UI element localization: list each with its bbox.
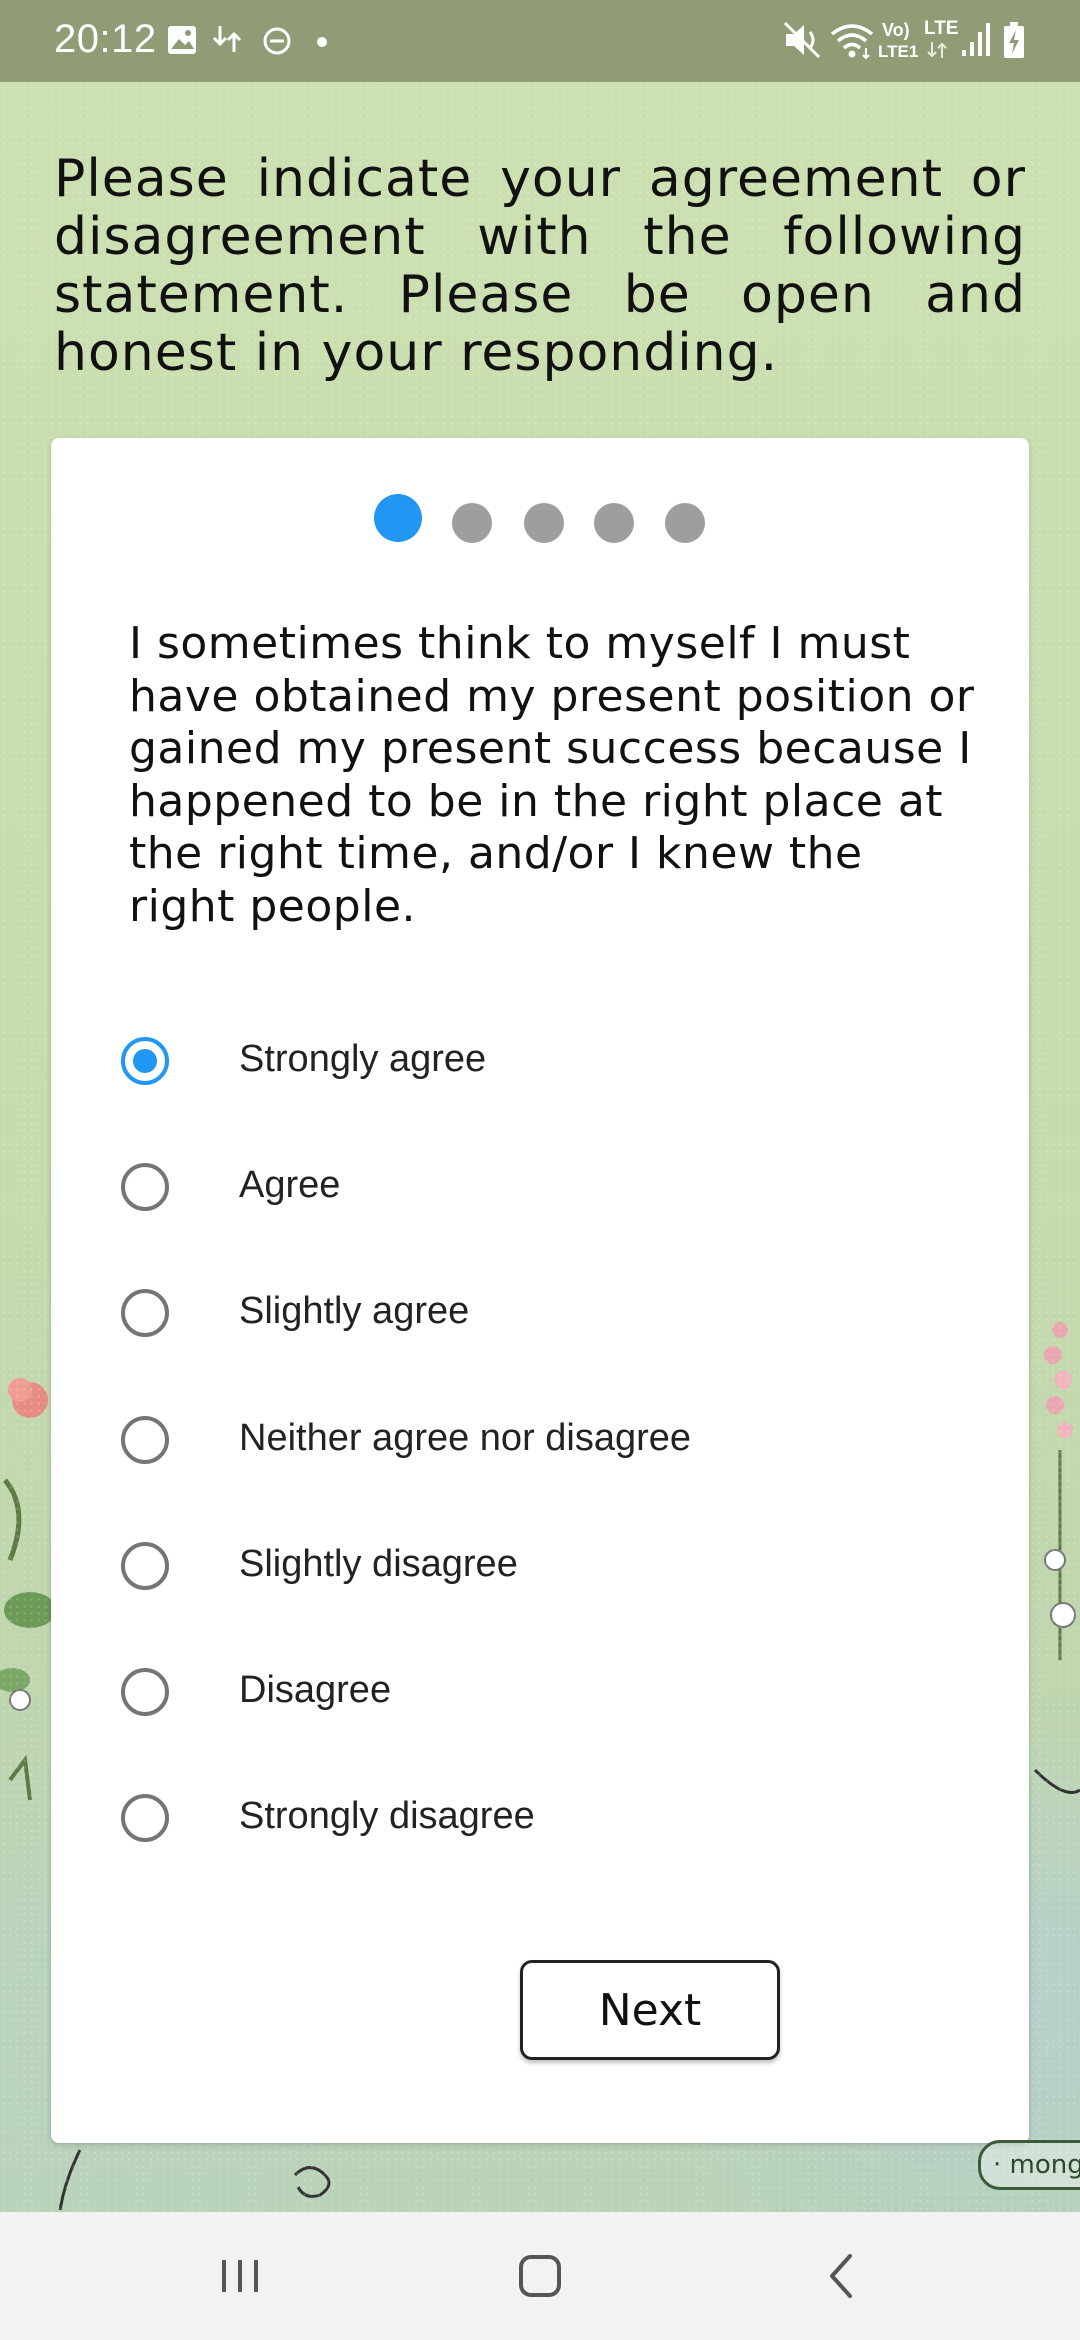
volte-label: Vo) (882, 20, 910, 40)
option-slightly-agree[interactable]: Slightly agree (51, 1263, 1029, 1363)
transfer-icon (212, 26, 242, 52)
radio-button[interactable] (121, 1542, 169, 1590)
do-not-disturb-icon (263, 27, 291, 55)
progress-dot-4 (594, 503, 634, 543)
radio-button[interactable] (121, 1163, 169, 1211)
radio-button[interactable] (121, 1668, 169, 1716)
option-label: Agree (239, 1164, 341, 1206)
radio-button[interactable] (121, 1416, 169, 1464)
option-agree[interactable]: Agree (51, 1137, 1029, 1237)
notification-dot-icon (317, 37, 327, 47)
lte1-label: LTE1 (878, 42, 919, 61)
radio-button[interactable] (121, 1289, 169, 1337)
status-time: 20:12 (54, 17, 157, 61)
progress-dot-1 (374, 494, 422, 542)
option-label: Slightly agree (239, 1290, 470, 1332)
progress-dot-3 (524, 503, 564, 543)
option-label: Strongly disagree (239, 1795, 535, 1837)
option-label: Disagree (239, 1669, 392, 1711)
option-disagree[interactable]: Disagree (51, 1642, 1029, 1742)
progress-dot-2 (452, 503, 492, 543)
gallery-icon (168, 26, 196, 54)
mute-icon (783, 21, 821, 59)
home-icon[interactable] (510, 2246, 570, 2306)
option-strongly-disagree[interactable]: Strongly disagree (51, 1768, 1029, 1868)
question-card: I sometimes think to myself I must have … (51, 438, 1029, 2143)
option-strongly-agree[interactable]: Strongly agree (51, 1011, 1029, 1111)
bird-doodle-icon (293, 2166, 331, 2198)
signal-icon (962, 23, 990, 56)
wifi-icon (830, 24, 874, 60)
back-icon[interactable] (812, 2246, 872, 2306)
watermark-logo: · mongd (978, 2140, 1080, 2190)
next-button[interactable]: Next (520, 1960, 780, 2060)
radio-button[interactable] (121, 1794, 169, 1842)
battery-charging-icon (1004, 22, 1024, 58)
option-slightly-disagree[interactable]: Slightly disagree (51, 1516, 1029, 1616)
option-label: Strongly agree (239, 1038, 487, 1080)
statement-text: I sometimes think to myself I must have … (129, 618, 975, 932)
flower-decoration-right (1033, 1322, 1080, 1794)
navigation-bar (0, 2212, 1080, 2340)
lte-label: LTE (924, 18, 959, 39)
recent-apps-icon[interactable] (210, 2246, 270, 2306)
instruction-text: Please indicate your agreement or disagr… (54, 149, 1026, 383)
status-bar: 20:12 Vo) LTE1 LTE (0, 0, 1080, 82)
option-label: Slightly disagree (239, 1543, 518, 1585)
progress-dots (51, 494, 1029, 544)
option-neither-agree-nor-disagree[interactable]: Neither agree nor disagree (51, 1390, 1029, 1490)
radio-button-selected[interactable] (121, 1037, 169, 1085)
branch-doodle-icon (58, 2149, 82, 2211)
lte-data-arrows-icon (927, 42, 947, 58)
option-label: Neither agree nor disagree (239, 1417, 692, 1459)
progress-dot-5 (665, 503, 705, 543)
